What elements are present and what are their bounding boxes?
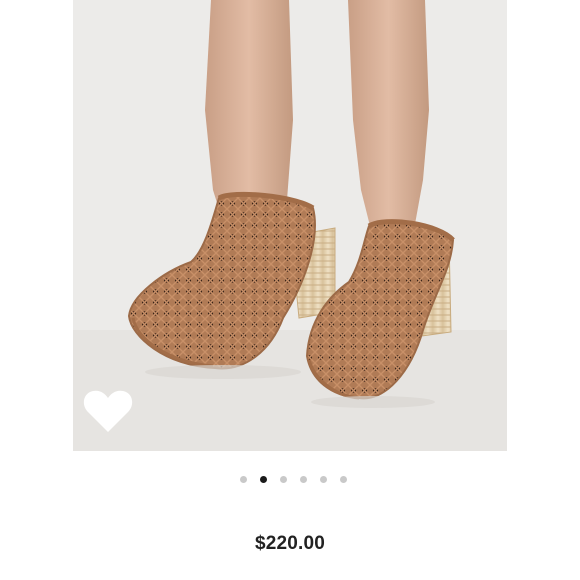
favorite-button[interactable]	[82, 388, 134, 434]
carousel-dot-2[interactable]	[259, 475, 267, 483]
carousel-pagination	[0, 473, 580, 485]
heart-icon	[83, 390, 133, 432]
carousel-dot-3[interactable]	[279, 475, 287, 483]
listing-price: $220.00	[254, 533, 326, 554]
product-photo-illustration	[73, 0, 507, 451]
carousel-dot-1[interactable]	[239, 475, 247, 483]
carousel-dot-4[interactable]	[299, 475, 307, 483]
listing-view: $220.00	[0, 0, 580, 580]
carousel-dot-5[interactable]	[319, 475, 327, 483]
product-photo[interactable]	[73, 0, 507, 451]
carousel-dot-6[interactable]	[339, 475, 347, 483]
